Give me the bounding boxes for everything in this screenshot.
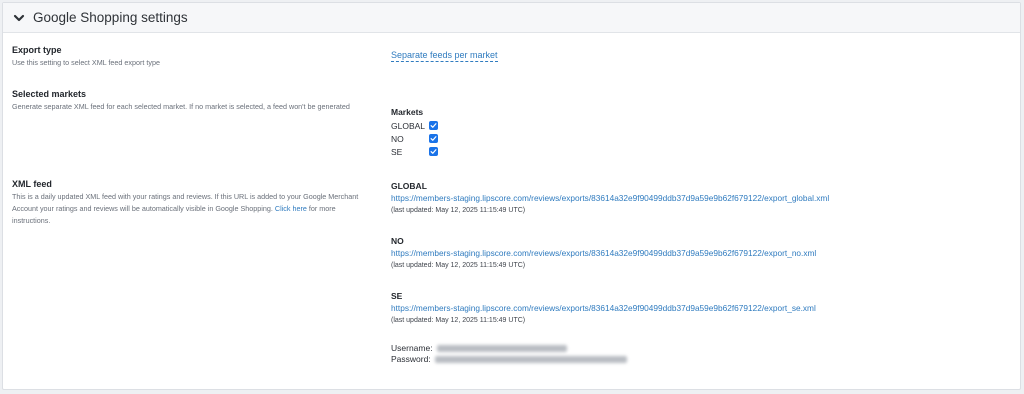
check-icon xyxy=(430,136,437,141)
selected-markets-label-group: Selected markets Generate separate XML f… xyxy=(12,89,362,113)
google-shopping-panel: Google Shopping settings Export type Use… xyxy=(2,2,1021,390)
feed-url-link[interactable]: https://members-staging.lipscore.com/rev… xyxy=(391,302,829,314)
export-type-title: Export type xyxy=(12,45,62,55)
selected-markets-description: Generate separate XML feed for each sele… xyxy=(12,102,350,111)
export-type-value: Separate feeds per market xyxy=(391,45,498,63)
market-row-se: SE xyxy=(391,145,438,158)
feed-last-updated: (last updated: May 12, 2025 11:15:49 UTC… xyxy=(391,207,526,214)
export-type-description: Use this setting to select XML feed expo… xyxy=(12,58,160,67)
feed-name: NO xyxy=(391,236,404,246)
feed-se: SE https://members-staging.lipscore.com/… xyxy=(391,290,829,327)
markets-heading: Markets xyxy=(391,107,424,117)
xml-feed-description: This is a daily updated XML feed with yo… xyxy=(12,191,362,227)
market-label: GLOBAL xyxy=(391,120,426,131)
markets-group: Markets GLOBAL NO SE xyxy=(391,107,438,158)
feed-global: GLOBAL https://members-staging.lipscore.… xyxy=(391,180,829,217)
feed-last-updated: (last updated: May 12, 2025 11:15:49 UTC… xyxy=(391,317,526,324)
password-label: Password: xyxy=(391,354,431,364)
market-row-global: GLOBAL xyxy=(391,119,438,132)
credentials: Username: Password: xyxy=(391,343,627,365)
username-row: Username: xyxy=(391,343,627,354)
click-here-link[interactable]: Click here xyxy=(275,204,307,213)
check-icon xyxy=(430,123,437,128)
password-value-redacted xyxy=(434,356,627,363)
export-type-label-group: Export type Use this setting to select X… xyxy=(12,45,362,69)
selected-markets-title: Selected markets xyxy=(12,89,87,99)
feed-url-link[interactable]: https://members-staging.lipscore.com/rev… xyxy=(391,247,829,259)
chevron-down-icon[interactable] xyxy=(12,11,26,25)
market-checkbox-no[interactable] xyxy=(429,134,438,143)
feed-name: GLOBAL xyxy=(391,181,427,191)
feed-last-updated: (last updated: May 12, 2025 11:15:49 UTC… xyxy=(391,262,526,269)
panel-title: Google Shopping settings xyxy=(33,10,188,25)
password-row: Password: xyxy=(391,354,627,365)
panel-header[interactable]: Google Shopping settings xyxy=(3,3,1020,33)
market-row-no: NO xyxy=(391,132,438,145)
username-label: Username: xyxy=(391,343,433,353)
market-checkbox-global[interactable] xyxy=(429,121,438,130)
xml-feed-description-text: This is a daily updated XML feed with yo… xyxy=(12,192,359,213)
export-type-select[interactable]: Separate feeds per market xyxy=(391,50,498,62)
xml-feed-title: XML feed xyxy=(12,179,52,189)
market-checkbox-se[interactable] xyxy=(429,147,438,156)
xml-feeds-list: GLOBAL https://members-staging.lipscore.… xyxy=(391,180,829,345)
feed-name: SE xyxy=(391,291,403,301)
check-icon xyxy=(430,149,437,154)
feed-url-link[interactable]: https://members-staging.lipscore.com/rev… xyxy=(391,192,829,204)
market-label: SE xyxy=(391,146,403,157)
username-value-redacted xyxy=(436,345,567,352)
market-label: NO xyxy=(391,133,404,144)
xml-feed-label-group: XML feed This is a daily updated XML fee… xyxy=(12,179,362,227)
feed-no: NO https://members-staging.lipscore.com/… xyxy=(391,235,829,272)
